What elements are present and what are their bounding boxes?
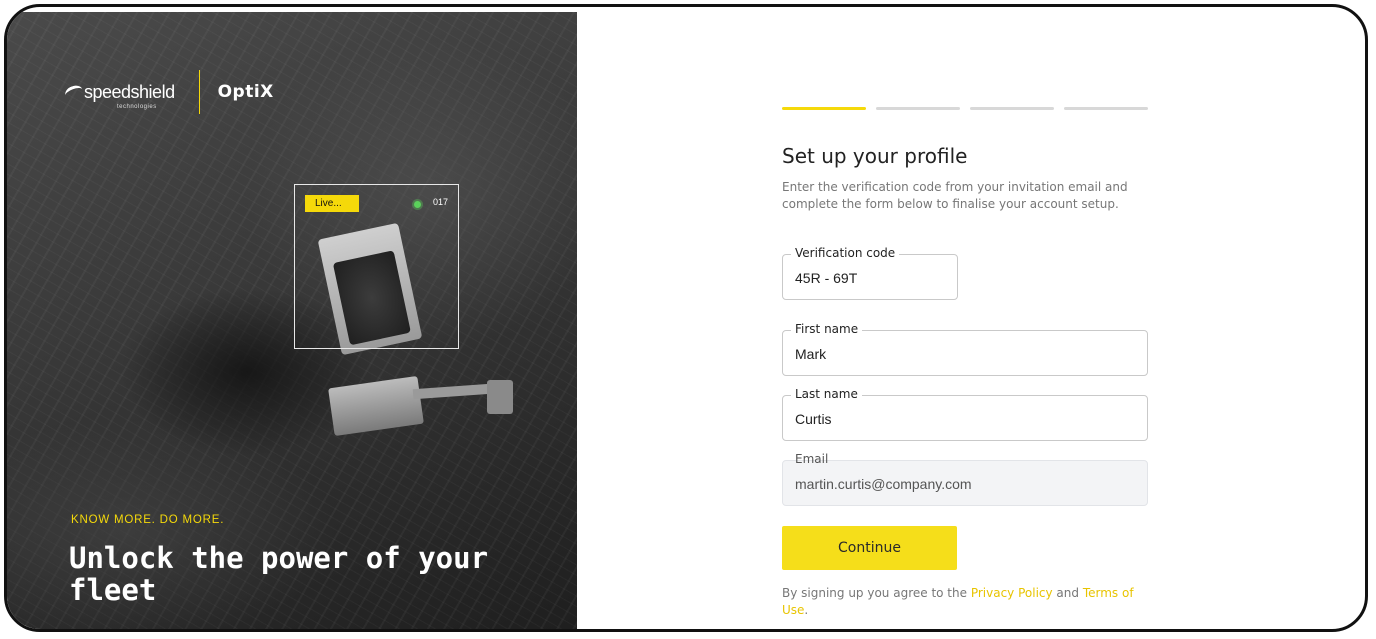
first-name-label: First name — [791, 322, 863, 336]
last-name-value[interactable]: Curtis — [795, 411, 832, 427]
brand-name: speedshield — [84, 81, 175, 102]
progress-step-2 — [876, 107, 960, 110]
tagline: KNOW MORE. DO MORE. — [71, 514, 225, 526]
live-status-dot-icon — [414, 201, 421, 208]
last-name-label: Last name — [791, 387, 862, 401]
page-title: Set up your profile — [782, 144, 968, 168]
hero-headline: Unlock the power of your fleet — [69, 541, 489, 607]
continue-button[interactable]: Continue — [782, 526, 957, 570]
speedshield-logo: speedshield technologies — [63, 81, 175, 110]
tracking-box: Live... 017 — [294, 184, 459, 349]
email-value: martin.curtis@company.com — [795, 476, 972, 492]
page-description: Enter the verification code from your in… — [782, 180, 1128, 211]
legal-suffix: . — [804, 603, 809, 617]
unit-id: 017 — [433, 197, 449, 207]
progress-step-3 — [970, 107, 1054, 110]
last-name-field[interactable]: Last name Curtis — [782, 387, 1148, 441]
verification-code-field[interactable]: Verification code 45R - 69T — [782, 246, 958, 300]
email-label: Email — [795, 452, 829, 466]
email-field: Email martin.curtis@company.com — [782, 452, 1148, 506]
optix-logo: OptiX — [217, 82, 274, 102]
verification-code-label: Verification code — [791, 246, 900, 260]
first-name-field[interactable]: First name Mark — [782, 322, 1148, 376]
progress-step-4 — [1064, 107, 1148, 110]
progress-step-1 — [782, 107, 866, 110]
brand-divider — [198, 70, 200, 114]
progress-steps — [782, 107, 1148, 110]
brand-header: speedshield technologies OptiX — [63, 70, 274, 114]
first-name-value[interactable]: Mark — [795, 346, 826, 362]
excavator-image — [328, 375, 424, 437]
live-badge: Live... — [305, 195, 359, 212]
verification-code-value[interactable]: 45R - 69T — [795, 270, 857, 286]
privacy-policy-link[interactable]: Privacy Policy — [971, 586, 1053, 600]
excavator-bucket-image — [487, 380, 513, 414]
legal-and: and — [1052, 586, 1083, 600]
brand-sub: technologies — [117, 103, 157, 110]
hero-panel: speedshield technologies OptiX Live... 0… — [7, 12, 577, 629]
swoosh-icon — [63, 83, 85, 102]
app-frame: speedshield technologies OptiX Live... 0… — [4, 4, 1368, 632]
legal-text: By signing up you agree to the Privacy P… — [782, 585, 1152, 619]
legal-prefix: By signing up you agree to the — [782, 586, 971, 600]
